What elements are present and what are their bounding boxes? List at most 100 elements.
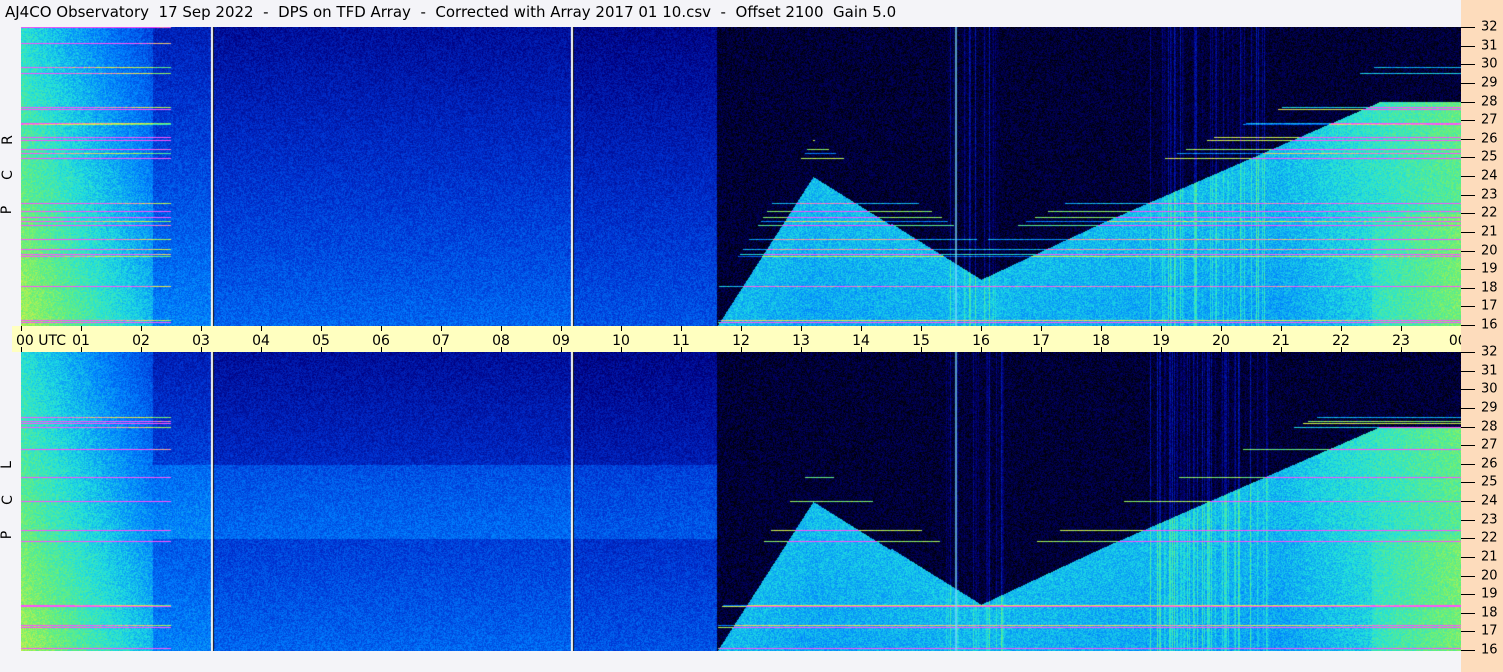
y-tick: [1461, 482, 1475, 484]
y-tick: [1461, 306, 1475, 308]
x-tick: [801, 347, 802, 352]
x-tick: [1281, 347, 1282, 352]
x-tick: [861, 326, 862, 331]
y-tick-label: 24: [1481, 493, 1498, 509]
x-tick: [1041, 326, 1042, 331]
y-tick: [1461, 352, 1475, 353]
panel-label-letter: R: [0, 135, 16, 145]
y-tick-label: 23: [1481, 512, 1498, 528]
y-tick: [1461, 594, 1475, 596]
y-tick: [1461, 556, 1475, 558]
y-tick: [1461, 501, 1475, 502]
x-tick: [1401, 347, 1402, 352]
rcp-spectrogram: [21, 27, 1461, 326]
y-tick-label: 23: [1481, 187, 1498, 203]
x-tick: [1221, 347, 1222, 352]
y-tick-label: 16: [1481, 642, 1498, 658]
y-tick: [1461, 138, 1475, 140]
y-tick: [1461, 269, 1475, 271]
y-tick-label: 30: [1481, 381, 1498, 397]
x-tick: [81, 326, 82, 331]
y-tick-label: 27: [1481, 112, 1498, 128]
x-tick: [501, 347, 502, 352]
x-tick: [141, 347, 142, 352]
y-tick: [1461, 176, 1475, 177]
x-tick: [1101, 347, 1102, 352]
y-tick-label: 29: [1481, 75, 1498, 91]
y-tick: [1461, 287, 1475, 289]
y-tick-label: 24: [1481, 168, 1498, 184]
y-tick-label: 20: [1481, 568, 1498, 583]
y-tick-label: 18: [1481, 605, 1498, 621]
x-tick: [1221, 326, 1222, 331]
y-tick-label: 32: [1481, 344, 1498, 360]
x-tick: [861, 347, 862, 352]
y-tick: [1461, 231, 1475, 233]
y-tick-label: 19: [1481, 586, 1498, 602]
y-tick: [1461, 194, 1475, 196]
y-tick: [1461, 250, 1475, 252]
y-tick: [1461, 612, 1475, 614]
x-tick: [621, 347, 622, 352]
y-tick: [1461, 631, 1475, 633]
x-tick: [201, 347, 202, 352]
y-tick: [1461, 27, 1475, 28]
y-tick: [1461, 463, 1475, 465]
x-tick: [981, 347, 982, 352]
x-tick: [21, 347, 22, 352]
y-tick: [1461, 213, 1475, 215]
y-tick: [1461, 64, 1475, 66]
x-tick: [321, 326, 322, 331]
x-tick: [261, 326, 262, 331]
x-tick: [1341, 326, 1342, 331]
x-tick: [441, 326, 442, 331]
y-tick-label: 21: [1481, 224, 1498, 240]
x-tick: [801, 326, 802, 331]
y-tick-label: 22: [1481, 530, 1498, 546]
y-tick: [1461, 82, 1475, 84]
y-tick-label: 28: [1481, 419, 1498, 434]
y-tick: [1461, 445, 1475, 447]
y-tick: [1461, 407, 1475, 409]
panel-label-letter: C: [0, 495, 16, 505]
x-tick: [1161, 347, 1162, 352]
lcp-spectrogram: [21, 352, 1461, 651]
y-tick-label: 31: [1481, 363, 1498, 379]
y-tick: [1461, 538, 1475, 540]
x-tick: [561, 326, 562, 331]
x-tick: [381, 326, 382, 331]
x-tick: [501, 326, 502, 331]
x-tick: [1341, 347, 1342, 352]
x-tick: [921, 347, 922, 352]
y-tick: [1461, 157, 1475, 159]
x-tick: [441, 347, 442, 352]
y-tick: [1461, 426, 1475, 428]
y-tick-label: 20: [1481, 243, 1498, 258]
x-tick: [321, 347, 322, 352]
x-tick: [621, 326, 622, 331]
x-tick: [1401, 326, 1402, 331]
y-tick-label: 18: [1481, 280, 1498, 296]
y-tick: [1461, 575, 1475, 577]
x-tick: [681, 347, 682, 352]
y-tick: [1461, 389, 1475, 391]
panel-label-letter: P: [0, 530, 16, 540]
time-axis: 00 UTC 01 02 03 04 05 06 07 08 09 10 11 12 13 14 15 16 17…: [12, 326, 1501, 352]
x-tick: [921, 326, 922, 331]
x-tick: [681, 326, 682, 331]
y-tick-label: 17: [1481, 623, 1498, 639]
x-tick: [381, 347, 382, 352]
y-tick-label: 30: [1481, 56, 1498, 72]
x-tick: [261, 347, 262, 352]
x-tick: [21, 326, 22, 331]
y-tick-label: 29: [1481, 400, 1498, 416]
y-tick-label: 21: [1481, 549, 1498, 565]
y-tick-label: 27: [1481, 437, 1498, 453]
x-tick: [1161, 326, 1162, 331]
x-tick: [1281, 326, 1282, 331]
y-tick-label: 17: [1481, 298, 1498, 314]
y-tick-label: 25: [1481, 474, 1498, 490]
y-tick-label: 31: [1481, 38, 1498, 54]
y-tick: [1461, 370, 1475, 372]
y-tick-label: 16: [1481, 317, 1498, 333]
